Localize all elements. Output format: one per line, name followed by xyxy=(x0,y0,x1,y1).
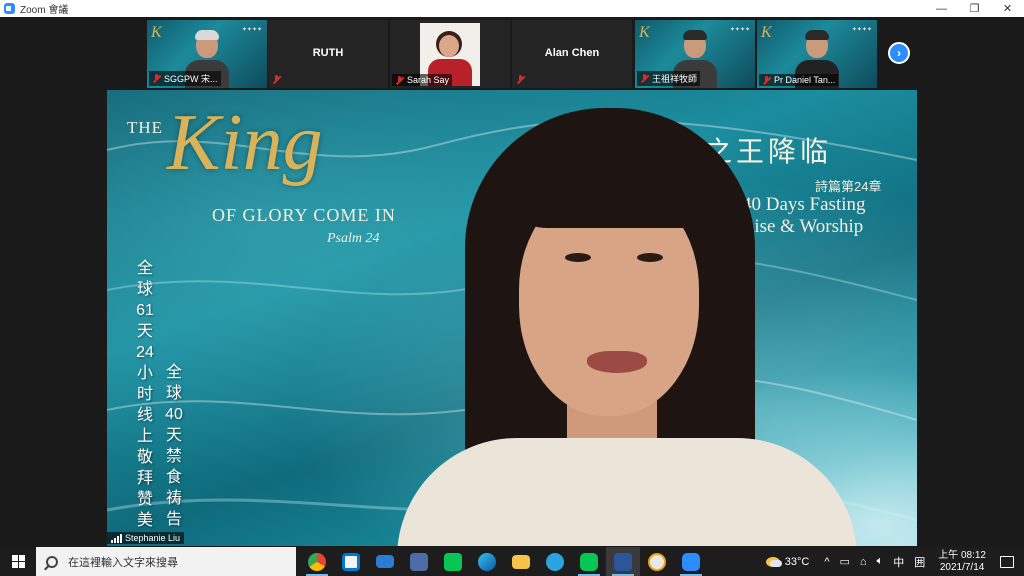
folder-icon[interactable] xyxy=(504,547,538,576)
participant-name: Alan Chen xyxy=(544,47,600,59)
king-logo-mini: K xyxy=(639,24,650,41)
participant-tile[interactable]: RUTH xyxy=(268,20,388,88)
weather-widget[interactable]: 33°C xyxy=(765,556,809,568)
bg-vertical-text-2: 全球40天禁食祷告 xyxy=(165,364,183,528)
participant-tile[interactable]: Sarah Say xyxy=(390,20,510,88)
meeting-stage: K ✦✦✦✦ SGGPW 宋... RUTH Sarah Say Alan Ch… xyxy=(0,17,1024,547)
notification-center-icon[interactable] xyxy=(1000,555,1014,568)
save-icon[interactable] xyxy=(402,547,436,576)
taskbar-clock[interactable]: 上午 08:12 2021/7/14 xyxy=(938,550,986,574)
bg-title-king: King xyxy=(167,99,323,187)
chrome-icon[interactable] xyxy=(300,547,334,576)
paint-icon[interactable] xyxy=(640,547,674,576)
search-placeholder: 在這裡輸入文字來搜尋 xyxy=(68,556,178,569)
mic-muted-icon xyxy=(516,75,525,84)
battery-icon[interactable]: ▭ xyxy=(840,555,850,568)
bg-title-the: THE xyxy=(127,118,164,137)
windows-logo-icon xyxy=(11,555,25,568)
word-icon[interactable] xyxy=(606,547,640,576)
mic-muted-icon xyxy=(395,75,404,85)
participant-tile[interactable]: K ✦✦✦✦ SGGPW 宋... xyxy=(147,20,267,88)
participant-tile[interactable]: K ✦✦✦✦ 王祖祥牧師 xyxy=(635,20,755,88)
ime-indicator[interactable]: 中 xyxy=(893,554,904,570)
background-mini-text: ✦✦✦✦ xyxy=(851,27,872,33)
network-icon[interactable]: ⌂ xyxy=(860,556,867,568)
windows-taskbar: 在這裡輸入文字來搜尋 33°C ^ ▭ ⌂ 🔈︎ 中 囲 上午 08:12 20… xyxy=(0,547,1024,576)
mail-icon[interactable] xyxy=(368,547,402,576)
participant-tile[interactable]: Alan Chen xyxy=(512,20,632,88)
close-button[interactable]: ✕ xyxy=(991,0,1024,17)
search-icon xyxy=(46,555,58,568)
participant-tile[interactable]: K ✦✦✦✦ Pr Daniel Tan... xyxy=(757,20,877,88)
system-tray: 33°C ^ ▭ ⌂ 🔈︎ 中 囲 上午 08:12 2021/7/14 xyxy=(765,547,1024,576)
weather-icon xyxy=(765,556,782,567)
store-icon[interactable] xyxy=(334,547,368,576)
king-logo-mini: K xyxy=(151,24,162,41)
background-mini-text: ✦✦✦✦ xyxy=(729,27,750,33)
title-bar: Zoom 會議 — ❐ ✕ xyxy=(0,0,1024,17)
mic-muted-icon xyxy=(272,75,281,84)
participant-label: Sarah Say xyxy=(392,74,453,86)
bg-psalm: Psalm 24 xyxy=(327,231,380,246)
telegram-icon[interactable] xyxy=(538,547,572,576)
mic-muted-icon xyxy=(762,75,771,85)
ime-mode-indicator[interactable]: 囲 xyxy=(914,554,925,570)
bg-vertical-text-1: 全球61天24小时线上敬拜赞美 xyxy=(136,260,154,529)
start-button[interactable] xyxy=(0,547,36,576)
line-icon[interactable] xyxy=(436,547,470,576)
speaker-name-tag: Stephanie Liu xyxy=(107,532,185,544)
participant-label: SGGPW 宋... xyxy=(149,71,221,86)
zoom-app-icon xyxy=(4,3,15,14)
clock-date: 2021/7/14 xyxy=(939,561,985,573)
active-speaker-video: THE King OF GLORY COME IN Psalm 24 全球61天… xyxy=(107,90,917,546)
taskbar-search[interactable]: 在這裡輸入文字來搜尋 xyxy=(36,547,296,576)
restore-button[interactable]: ❐ xyxy=(958,0,991,17)
zoom-icon[interactable] xyxy=(674,547,708,576)
minimize-button[interactable]: — xyxy=(925,0,958,17)
mic-muted-icon xyxy=(640,74,649,83)
participant-label: Pr Daniel Tan... xyxy=(759,74,839,86)
mic-muted-icon xyxy=(152,74,161,83)
participant-name: RUTH xyxy=(312,47,344,59)
bg-title-glory: OF GLORY COME IN xyxy=(212,205,396,225)
clock-time: 上午 08:12 xyxy=(938,549,986,561)
tray-overflow-chevron-icon[interactable]: ^ xyxy=(824,556,829,568)
participant-label: 王祖祥牧師 xyxy=(637,71,701,86)
signal-bars-icon xyxy=(111,533,122,543)
window-controls: — ❐ ✕ xyxy=(925,0,1024,17)
background-mini-text: ✦✦✦✦ xyxy=(241,27,262,33)
king-logo-mini: K xyxy=(761,24,772,41)
pinned-apps xyxy=(300,547,708,576)
speaker-figure xyxy=(397,108,857,546)
volume-icon[interactable]: 🔈︎ xyxy=(877,555,884,568)
line-green-icon[interactable] xyxy=(572,547,606,576)
next-page-button[interactable]: › xyxy=(888,42,910,64)
edge-icon[interactable] xyxy=(470,547,504,576)
window-title: Zoom 會議 xyxy=(20,5,69,16)
